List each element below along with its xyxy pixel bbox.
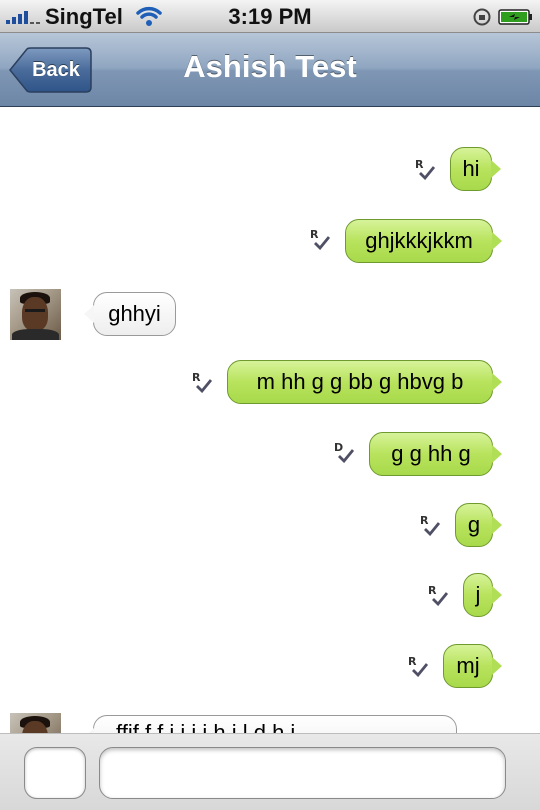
received-message-bubble[interactable]: ghhyi [84,292,176,336]
message-row: R j [0,573,540,619]
read-status-icon: R [310,228,334,254]
sent-message-bubble[interactable]: g g hh g [369,432,502,476]
message-row: R m hh g g bb g hbvg b [0,360,540,406]
message-row: D g g hh g [0,430,540,476]
read-status-icon: R [420,514,444,540]
clock: 3:19 PM [228,4,312,29]
read-status-icon: R [408,655,432,681]
read-status-icon: R [192,371,216,397]
message-row: R hi [0,147,540,193]
message-row: R g [0,503,540,549]
message-input[interactable] [99,747,506,799]
battery-charging-icon [498,9,532,25]
sent-message-bubble[interactable]: j [463,573,502,617]
sent-message-bubble[interactable]: g [455,503,502,547]
message-row: ffif f f j j i j h i l d h i [0,713,540,733]
conversation-title: Ashish Test [183,49,357,84]
sent-message-bubble[interactable]: ghjkkkjkkm [345,219,502,263]
contact-avatar[interactable] [10,713,61,733]
read-status-icon: R [415,158,439,184]
rotation-lock-icon [473,8,491,26]
message-row: ghhyi [0,289,540,345]
received-message-bubble[interactable]: ffif f f j j i j h i l d h i [84,715,457,733]
compose-bar [0,733,540,810]
contact-avatar[interactable] [10,289,61,340]
delivered-status-icon: D [334,441,358,467]
message-row [0,107,540,127]
sent-message-bubble[interactable]: mj [443,644,502,688]
attach-button[interactable] [24,747,86,799]
status-bar: SingTel 3:19 PM [0,0,540,33]
sent-message-bubble[interactable]: m hh g g bb g hbvg b [227,360,502,404]
sent-message-bubble[interactable]: hi [450,147,501,191]
navigation-bar: Back Ashish Test [0,33,540,107]
read-status-icon: R [428,584,452,610]
message-row: R mj [0,644,540,690]
message-row: R ghjkkkjkkm [0,217,540,263]
message-list[interactable]: R hi R ghjkkkjkkm ghhyi R m hh g g bb g … [0,107,540,733]
